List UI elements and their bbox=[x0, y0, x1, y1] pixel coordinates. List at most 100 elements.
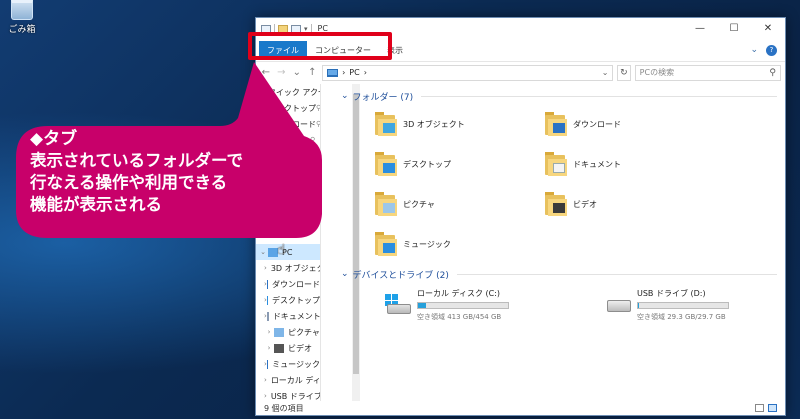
folder-label: デスクトップ bbox=[403, 159, 451, 169]
close-button[interactable]: ✕ bbox=[751, 18, 785, 39]
address-bar[interactable]: › PC › ⌄ bbox=[322, 64, 614, 81]
expand-icon[interactable]: › bbox=[264, 376, 267, 384]
pictures-icon bbox=[274, 327, 284, 337]
expand-icon[interactable]: ⌄ bbox=[258, 248, 268, 256]
path-separator[interactable]: › bbox=[342, 68, 345, 77]
check-icon[interactable] bbox=[291, 24, 301, 33]
drive-item[interactable]: USB ドライブ (D:) 空き領域 29.3 GB/29.7 GB bbox=[605, 288, 785, 322]
recycle-bin-icon bbox=[11, 0, 33, 20]
tab-computer[interactable]: コンピューター bbox=[307, 41, 379, 59]
quick-access-toolbar: ▾ bbox=[261, 23, 312, 34]
search-icon: ⚲ bbox=[769, 67, 776, 78]
window-title: PC bbox=[317, 24, 328, 33]
drive-usage-bar bbox=[637, 302, 729, 309]
folders-group-label: フォルダー (7) bbox=[352, 92, 414, 103]
nav-item[interactable]: › ドキュメント bbox=[256, 308, 320, 324]
folder-label: ミュージック bbox=[403, 239, 451, 249]
drives-group-header[interactable]: ⌄ デバイスとドライブ (2) bbox=[341, 266, 785, 282]
content-pane: ⌄ フォルダー (7) 3D オブジェクト ダウンロードデスクトップ ドキュメントピ… bbox=[329, 84, 785, 401]
recent-locations-button[interactable]: ⌄ bbox=[291, 67, 303, 78]
nav-item-label: 3D オブジェクト bbox=[270, 263, 320, 273]
nav-item[interactable]: ›ローカル ディスク (C bbox=[256, 372, 320, 388]
nav-item[interactable] bbox=[256, 228, 320, 244]
folder-item[interactable]: ミュージック bbox=[375, 224, 545, 264]
hand-cursor-icon: ☝ bbox=[277, 242, 286, 258]
document-icon bbox=[545, 151, 567, 177]
desktop-icon bbox=[375, 151, 397, 177]
recycle-bin-label: ごみ箱 bbox=[8, 25, 36, 35]
callout-line: 機能が表示される bbox=[30, 195, 162, 214]
nav-item-label: ビデオ bbox=[288, 343, 312, 353]
view-toggle bbox=[755, 404, 777, 412]
tab-view[interactable]: 表示 bbox=[379, 41, 411, 59]
details-view-icon[interactable] bbox=[755, 404, 764, 412]
customize-arrow-icon[interactable]: ▾ bbox=[304, 25, 308, 33]
breadcrumb-pc[interactable]: PC bbox=[349, 68, 359, 77]
pictures-icon bbox=[375, 191, 397, 217]
help-icon[interactable]: ? bbox=[766, 44, 777, 56]
folder-item[interactable]: ビデオ bbox=[545, 184, 715, 224]
callout-title: ◆タブ bbox=[30, 129, 78, 149]
music-icon bbox=[266, 359, 269, 369]
nav-item[interactable]: › デスクトップ bbox=[256, 292, 320, 308]
drives-group-label: デバイスとドライブ (2) bbox=[352, 270, 449, 281]
video-icon bbox=[545, 191, 567, 217]
nav-item[interactable]: ⌄クイック アクセス bbox=[256, 84, 320, 100]
properties-icon[interactable] bbox=[261, 24, 271, 33]
nav-item-label: クイック アクセス bbox=[267, 87, 320, 97]
refresh-button[interactable]: ↻ bbox=[617, 64, 631, 81]
drive-label: USB ドライブ (D:) bbox=[637, 289, 706, 298]
minimize-button[interactable]: — bbox=[683, 18, 717, 39]
forward-button[interactable]: → bbox=[276, 67, 288, 78]
expand-icon[interactable]: › bbox=[264, 264, 267, 272]
desktop-icon bbox=[266, 295, 268, 305]
expand-icon[interactable]: › bbox=[264, 344, 274, 352]
large-icons-view-icon[interactable] bbox=[768, 404, 777, 412]
nav-item[interactable]: ›USB ドライブ (D:) bbox=[256, 388, 320, 401]
folder-item[interactable]: ドキュメント bbox=[545, 144, 715, 184]
nav-item-label: ドキュメント bbox=[272, 311, 321, 321]
chevron-down-icon[interactable]: ⌄ bbox=[341, 269, 349, 279]
nav-item-label: ダウンロード bbox=[272, 279, 320, 289]
title-bar[interactable]: ▾ PC — ☐ ✕ bbox=[256, 18, 785, 39]
toolbar-divider bbox=[274, 23, 275, 34]
pin-icon: ⚲ bbox=[310, 136, 316, 144]
path-separator[interactable]: › bbox=[364, 68, 367, 77]
nav-item[interactable]: ⌄ PC bbox=[256, 244, 320, 260]
tab-file[interactable]: ファイル bbox=[259, 41, 307, 59]
drive-item[interactable]: ローカル ディスク (C:) 空き領域 413 GB/454 GB bbox=[385, 288, 565, 322]
new-folder-icon[interactable] bbox=[278, 24, 288, 33]
chevron-down-icon[interactable]: ⌄ bbox=[341, 91, 349, 101]
folder-label: ビデオ bbox=[573, 199, 597, 209]
callout-line: 表示されているフォルダーで bbox=[30, 151, 244, 170]
nav-item-label: USB ドライブ (D:) bbox=[270, 391, 321, 401]
nav-item[interactable]: › ビデオ bbox=[256, 340, 320, 356]
expand-icon[interactable]: › bbox=[264, 392, 267, 400]
nav-item[interactable]: › ダウンロード bbox=[256, 276, 320, 292]
back-button[interactable]: ← bbox=[260, 67, 272, 78]
expand-icon[interactable]: ⌄ bbox=[258, 88, 264, 96]
nav-item[interactable]: デスクトップ ⚲ bbox=[256, 100, 320, 116]
window-controls: — ☐ ✕ bbox=[683, 18, 785, 39]
up-button[interactable]: ↑ bbox=[307, 67, 319, 78]
nav-item-label: ミュージック bbox=[272, 359, 320, 369]
nav-item[interactable]: ›3D オブジェクト bbox=[256, 260, 320, 276]
folders-group-header[interactable]: ⌄ フォルダー (7) bbox=[341, 88, 785, 104]
nav-item[interactable]: › ミュージック bbox=[256, 356, 320, 372]
folder-item[interactable]: デスクトップ bbox=[375, 144, 545, 184]
maximize-button[interactable]: ☐ bbox=[717, 18, 751, 39]
expand-icon[interactable]: › bbox=[264, 328, 274, 336]
ribbon-tabs: ファイル コンピューター 表示 ⌄ ? bbox=[256, 39, 785, 61]
address-dropdown-icon[interactable]: ⌄ bbox=[598, 68, 612, 77]
chevron-down-icon[interactable]: ⌄ bbox=[750, 45, 758, 56]
recycle-bin[interactable]: ごみ箱 bbox=[4, 0, 40, 35]
address-row: ← → ⌄ ↑ › PC › ⌄ ↻ PCの検索 ⚲ bbox=[256, 61, 785, 83]
folder-item[interactable]: 3D オブジェクト bbox=[375, 104, 545, 144]
folder-label: ダウンロード bbox=[573, 119, 621, 129]
folder-item[interactable]: ピクチャ bbox=[375, 184, 545, 224]
usb-drive-icon bbox=[605, 294, 631, 316]
nav-item[interactable]: › ピクチャ bbox=[256, 324, 320, 340]
search-input[interactable]: PCの検索 ⚲ bbox=[634, 64, 781, 81]
folder-item[interactable]: ダウンロード bbox=[545, 104, 715, 144]
status-bar: 9 個の項目 bbox=[256, 401, 785, 415]
